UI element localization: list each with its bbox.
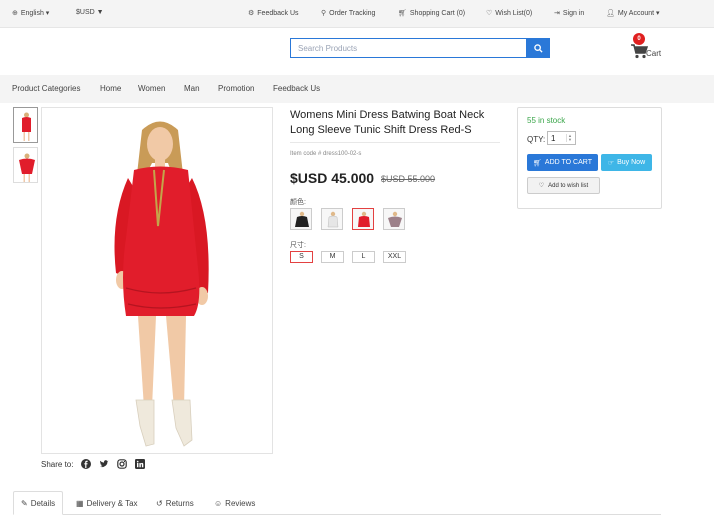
cart-count-badge: 0 [633,33,645,45]
order-tracking-label: Order Tracking [329,10,376,17]
item-code: Item code # dress100-02-s [290,151,362,157]
chevron-down-icon: ▾ [656,10,660,17]
original-price: $USD 55.000 [381,174,436,184]
swatch-image [295,211,309,227]
stock-status: 55 in stock [527,116,566,125]
share-label: Share to: [41,459,74,469]
product-photo [114,121,209,447]
language-label: English [20,10,44,17]
nav-product-categories[interactable]: Product Categories [12,84,80,93]
heart-icon: ♡ [538,183,545,189]
add-to-wishlist-button[interactable]: ♡ Add to wish list [527,177,600,194]
product-title: Womens Mini Dress Batwing Boat Neck Long… [290,109,485,136]
sign-in-link[interactable]: ⇥ Sign in [554,9,584,17]
nav-man[interactable]: Man [184,84,200,93]
sign-in-label: Sign in [562,10,585,17]
wish-list-link[interactable]: ♡ Wish List(0) [486,9,532,17]
nav-promotion[interactable]: Promotion [218,84,254,93]
share-bar: Share to: [41,459,146,469]
thumbnail-image [19,153,35,182]
order-tracking-link[interactable]: ⚲ Order Tracking [321,9,375,17]
user-icon: 👤︎ [606,10,615,17]
hand-pointer-icon: ☞ [607,159,615,167]
returns-icon: ↺ [156,498,163,508]
product-price: $USD 45.000 [290,170,375,186]
product-main-image[interactable] [41,107,273,454]
color-swatch-red[interactable] [352,208,374,230]
add-to-wishlist-label: Add to wish list [548,182,589,189]
reviews-icon: ☺ [214,498,223,508]
swatch-image [327,211,339,228]
product-thumbnail[interactable] [13,107,38,143]
edit-icon: ✎ [21,498,28,508]
sign-in-icon: ⇥ [554,10,560,17]
tab-reviews[interactable]: ☺ Reviews [207,491,262,515]
tab-label: Details [30,498,56,508]
my-account-label: My Account [617,10,655,17]
purchase-box: 55 in stock QTY: 1 ▲ ▼ 🛒︎ ADD TO CART ☞ B… [517,107,662,209]
nav-feedback[interactable]: Feedback Us [273,84,320,93]
tab-delivery-tax[interactable]: ▦ Delivery & Tax [69,491,145,515]
qty-label: QTY: [527,135,546,144]
nav-women[interactable]: Women [138,84,165,93]
instagram-icon[interactable] [117,459,128,469]
currency-label: $USD [76,9,95,16]
tab-returns[interactable]: ↺ Returns [149,491,201,515]
color-swatch-mauve[interactable] [383,208,405,230]
size-option-m[interactable]: M [321,251,344,263]
my-account-menu[interactable]: 👤︎ My Account ▾ [606,9,660,17]
swatch-image [358,211,370,227]
cart-icon: 🛒︎ [398,10,407,17]
top-bar: ⊕ English ▾ $USD ▼ ⚙ Feedback Us ⚲ Order Tr… [0,0,714,28]
size-option-s[interactable]: S [290,251,313,263]
swatch-image [388,211,402,227]
size-option-xxl[interactable]: XXL [383,251,406,263]
globe-icon: ⊕ [12,10,18,17]
color-swatch-white[interactable] [321,208,343,230]
tab-label: Returns [165,498,194,508]
facebook-icon[interactable] [81,459,92,469]
location-pin-icon: ⚲ [321,10,327,17]
feedback-icon: ⚙ [248,10,255,17]
title-divider [290,142,500,143]
chevron-down-icon: ▾ [45,10,50,17]
color-swatch-black[interactable] [290,208,312,230]
cart-label: Cart [646,49,662,58]
tab-label: Reviews [225,498,256,508]
quantity-value: 1 [551,134,556,143]
thumbnail-image [22,112,31,141]
color-label: 颜色: [290,199,306,206]
currency-selector[interactable]: $USD ▼ [76,9,104,16]
search-button[interactable] [526,38,550,58]
buy-now-button[interactable]: ☞ Buy Now [601,154,652,171]
linkedin-icon[interactable] [135,459,146,469]
quantity-stepper[interactable]: 1 ▲ ▼ [547,131,576,145]
shopping-cart-link[interactable]: 🛒︎ Shopping Cart (0) [398,9,465,17]
twitter-icon[interactable] [99,459,109,469]
stepper-arrows-icon[interactable]: ▲ ▼ [566,134,573,142]
nav-home[interactable]: Home [100,84,121,93]
add-to-cart-button[interactable]: 🛒︎ ADD TO CART [527,154,598,171]
product-thumbnail[interactable] [13,147,38,183]
size-option-l[interactable]: L [352,251,375,263]
feedback-link[interactable]: ⚙ Feedback Us [248,9,299,17]
header-cart[interactable]: 0 Cart [628,33,672,63]
wish-list-label: Wish List(0) [495,10,533,17]
feedback-label: Feedback Us [257,10,299,17]
heart-icon: ♡ [486,10,493,17]
chevron-down-icon: ▼ [96,9,104,16]
cart-icon: 🛒︎ [533,159,542,167]
buy-now-label: Buy Now [617,159,646,166]
search-bar [290,38,550,58]
language-selector[interactable]: ⊕ English ▾ [12,9,49,17]
add-to-cart-label: ADD TO CART [544,159,592,166]
search-icon [533,43,543,53]
shopping-cart-label: Shopping Cart (0) [409,10,466,17]
tab-details[interactable]: ✎ Details [13,491,64,515]
search-input[interactable] [290,38,526,58]
size-label: 尺寸: [290,242,306,249]
tab-label: Delivery & Tax [86,498,138,508]
main-nav: Product Categories Home Women Man Promot… [0,75,714,103]
grid-icon: ▦ [76,498,84,508]
